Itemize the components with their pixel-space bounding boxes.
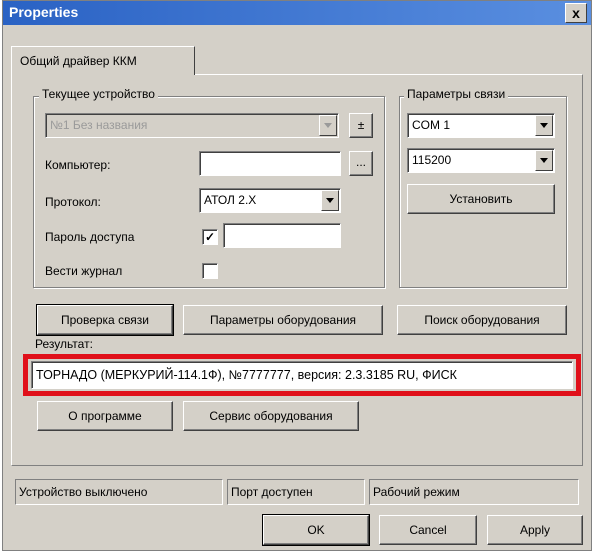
about-button[interactable]: О программе — [37, 401, 173, 431]
status-mode: Рабочий режим — [369, 479, 579, 505]
result-field[interactable]: ТОРНАДО (МЕРКУРИЙ-114.1Ф), №7777777, вер… — [31, 361, 573, 389]
status-device: Устройство выключено — [15, 479, 223, 505]
password-label: Пароль доступа — [45, 230, 135, 244]
apply-button[interactable]: Apply — [487, 515, 583, 545]
port-select-value: COM 1 — [412, 118, 451, 132]
find-equipment-button[interactable]: Поиск оборудования — [397, 305, 567, 335]
current-device-group-label: Текущее устройство — [39, 87, 158, 101]
port-select[interactable]: COM 1 — [407, 113, 555, 138]
protocol-select-value: АТОЛ 2.X — [204, 193, 257, 207]
connection-params-group-label: Параметры связи — [404, 87, 509, 101]
protocol-select[interactable]: АТОЛ 2.X — [199, 188, 341, 213]
cancel-button[interactable]: Cancel — [379, 515, 477, 545]
baud-dropdown-icon[interactable] — [535, 150, 553, 171]
properties-window: Properties x Общий драйвер ККМ Текущее у… — [2, 0, 592, 551]
close-button[interactable]: x — [565, 3, 587, 23]
equipment-service-button[interactable]: Сервис оборудования — [183, 401, 359, 431]
tab-general-driver[interactable]: Общий драйвер ККМ — [11, 46, 195, 75]
log-label: Вести журнал — [45, 264, 123, 278]
password-checkbox[interactable]: ✓ — [202, 229, 218, 245]
device-select-value: №1 Без названия — [50, 118, 148, 132]
check-connection-button[interactable]: Проверка связи — [36, 304, 174, 336]
browse-computer-button[interactable]: ... — [349, 151, 373, 176]
device-select-dropdown-icon[interactable] — [319, 115, 337, 136]
log-checkbox[interactable] — [202, 263, 218, 279]
ok-button[interactable]: OK — [262, 514, 370, 546]
protocol-label: Протокол: — [45, 195, 101, 209]
computer-input[interactable] — [199, 151, 341, 176]
window-title: Properties — [9, 4, 79, 20]
baud-select-value: 115200 — [412, 153, 452, 167]
computer-label: Компьютер: — [45, 158, 111, 172]
password-input[interactable] — [223, 223, 341, 248]
baud-select[interactable]: 115200 — [407, 148, 555, 173]
protocol-dropdown-icon[interactable] — [321, 190, 339, 211]
status-port: Порт доступен — [227, 479, 365, 505]
add-remove-device-button[interactable]: ± — [349, 113, 373, 138]
result-label: Результат: — [35, 337, 93, 351]
equipment-params-button[interactable]: Параметры оборудования — [183, 305, 383, 335]
set-connection-button[interactable]: Установить — [407, 184, 555, 214]
port-dropdown-icon[interactable] — [535, 115, 553, 136]
device-select[interactable]: №1 Без названия — [45, 113, 339, 138]
title-bar: Properties x — [3, 1, 591, 25]
